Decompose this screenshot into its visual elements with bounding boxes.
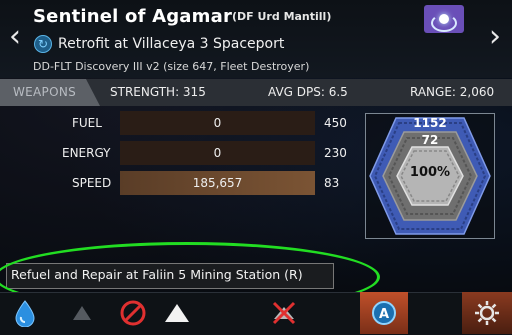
weapons-tab-label: WEAPONS: [13, 85, 77, 99]
ship-status: ↻ Retrofit at Villaceya 3 Spaceport: [34, 35, 284, 53]
crossed-ship-icon: [272, 301, 296, 325]
weapons-range: RANGE: 2,060: [410, 85, 495, 99]
cancel-button[interactable]: [108, 292, 158, 334]
fuel-label: FUEL: [72, 116, 102, 130]
fuel-value: 0: [213, 116, 222, 130]
weapons-avg-dps: AVG DPS: 6.5: [268, 85, 348, 99]
svg-text:A: A: [379, 307, 389, 322]
energy-bar: 0: [120, 141, 315, 165]
next-ship-arrow-icon[interactable]: ›: [489, 22, 501, 52]
weapons-tab[interactable]: WEAPONS: [0, 79, 100, 106]
fuel-max: 450: [324, 116, 347, 130]
fuel-bar: 0: [120, 111, 315, 135]
gear-icon: [475, 301, 499, 325]
armor-value: 72: [421, 133, 439, 147]
ship-name: Sentinel of Agamar: [33, 6, 233, 27]
previous-ship-arrow-icon[interactable]: ‹: [9, 22, 21, 52]
energy-label: ENERGY: [62, 146, 111, 160]
triangle-icon: [73, 306, 91, 320]
energy-max: 230: [324, 146, 347, 160]
triangle-icon: [165, 304, 189, 322]
faction-emblem-icon: [424, 5, 464, 33]
refuel-button[interactable]: [0, 292, 50, 334]
retrofit-icon: ↻: [34, 35, 52, 53]
auto-button[interactable]: A: [360, 292, 408, 334]
auto-icon: A: [372, 301, 396, 325]
ship-status-text: Retrofit at Villaceya 3 Spaceport: [58, 36, 285, 52]
prohibited-icon: [120, 300, 146, 326]
speed-max: 83: [324, 176, 340, 190]
defense-panel: 1152 72 100%: [365, 113, 495, 239]
speed-label: SPEED: [72, 176, 112, 190]
fuel-drop-icon: [15, 300, 35, 327]
energy-value: 0: [213, 146, 222, 160]
speed-value: 185,657: [192, 176, 243, 190]
move-up-button[interactable]: [152, 292, 202, 334]
settings-button[interactable]: [462, 292, 512, 334]
speed-bar: 185,657: [120, 171, 315, 195]
move-down-button[interactable]: [57, 292, 107, 334]
shield-value: 1152: [413, 116, 447, 130]
scrap-button[interactable]: [262, 292, 306, 334]
ship-tag: (DF Urd Mantill): [232, 10, 332, 23]
weapons-strength: STRENGTH: 315: [110, 85, 206, 99]
ship-class: DD-FLT Discovery III v2 (size 647, Fleet…: [33, 60, 310, 73]
hull-percent: 100%: [409, 165, 451, 180]
